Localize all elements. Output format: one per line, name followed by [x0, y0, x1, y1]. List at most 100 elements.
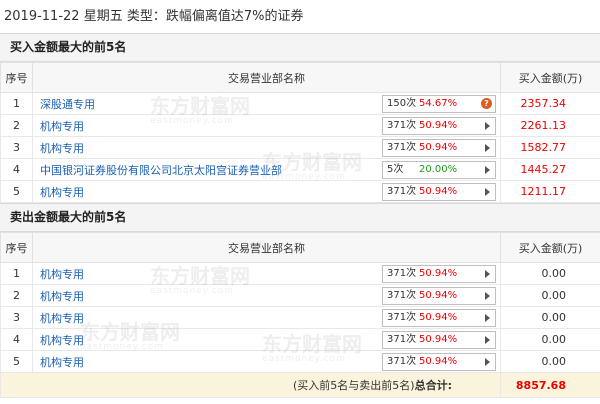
buy-amount: 2357.34: [500, 92, 600, 115]
dept-stats-box[interactable]: 371次 50.94%: [382, 183, 496, 201]
play-arrow-icon[interactable]: [485, 188, 490, 196]
dept-stats-box[interactable]: 371次 50.94%: [382, 353, 496, 371]
win-rate: 50.94%: [419, 268, 458, 279]
row-index: 3: [0, 136, 33, 159]
trade-count: 371次: [387, 142, 417, 153]
type-label: 类型：跌幅偏离值达7%的证券: [126, 9, 304, 24]
table-row: 5 机构专用 371次 50.94% 0.00: [0, 350, 600, 373]
dept-name-link[interactable]: 中国银河证券股份有限公司北京太阳宫证券营业部: [40, 164, 282, 177]
col-dept-header: 交易营业部名称: [32, 232, 501, 263]
col-amount-header: 买入金额(万): [500, 62, 600, 93]
row-index: 1: [0, 92, 33, 115]
sell-table: 序号 交易营业部名称 买入金额(万) 1 机构专用 371次 50.94% 0.00 2 机…: [0, 232, 600, 398]
row-index: 3: [0, 306, 33, 329]
dept-stats-box[interactable]: 371次 50.94%: [382, 139, 496, 157]
total-value: 8857.68: [500, 372, 600, 398]
buy-amount: 0.00: [500, 262, 600, 285]
dept-stats-box[interactable]: 5次 20.00%: [382, 161, 496, 179]
row-index: 2: [0, 114, 33, 137]
total-label: 总合计:: [414, 379, 452, 392]
play-arrow-icon[interactable]: [485, 292, 490, 300]
trade-count: 150次: [387, 98, 417, 109]
win-rate: 50.94%: [419, 120, 458, 131]
trade-count: 371次: [387, 334, 417, 345]
question-icon[interactable]: ?: [481, 98, 492, 109]
trade-count: 371次: [387, 120, 417, 131]
dept-name-link[interactable]: 机构专用: [40, 356, 84, 369]
table-row: 2 机构专用 371次 50.94% 0.00: [0, 284, 600, 307]
row-index: 4: [0, 328, 33, 351]
dept-stats-box[interactable]: 371次 50.94%: [382, 331, 496, 349]
win-rate: 50.94%: [419, 290, 458, 301]
table-row: 3 机构专用 371次 50.94% 0.00: [0, 306, 600, 329]
dept-name-link[interactable]: 机构专用: [40, 268, 84, 281]
win-rate: 50.94%: [419, 186, 458, 197]
row-index: 4: [0, 158, 33, 181]
buy-amount: 0.00: [500, 350, 600, 373]
dept-stats-box[interactable]: 371次 50.94%: [382, 265, 496, 283]
buy-amount: 0.00: [500, 328, 600, 351]
dept-name-link[interactable]: 机构专用: [40, 120, 84, 133]
dept-name-link[interactable]: 机构专用: [40, 186, 84, 199]
sell-table-header: 序号 交易营业部名称 买入金额(万): [0, 232, 600, 263]
play-arrow-icon[interactable]: [485, 270, 490, 278]
trade-date: 2019-11-22: [4, 9, 80, 24]
table-row: 1 深股通专用 150次 54.67%? 2357.34: [0, 92, 600, 115]
total-prefix: (买入前5名与卖出前5名): [293, 379, 415, 392]
row-index: 5: [0, 180, 33, 203]
win-rate: 50.94%: [419, 312, 458, 323]
buy-table: 序号 交易营业部名称 买入金额(万) 1 深股通专用 150次 54.67%? 2357…: [0, 62, 600, 203]
dept-name-link[interactable]: 机构专用: [40, 142, 84, 155]
dept-stats-box[interactable]: 371次 50.94%: [382, 117, 496, 135]
row-index: 5: [0, 350, 33, 373]
row-index: 2: [0, 284, 33, 307]
win-rate: 50.94%: [419, 334, 458, 345]
table-row: 4 机构专用 371次 50.94% 0.00: [0, 328, 600, 351]
row-index: 1: [0, 262, 33, 285]
weekday: 星期五: [83, 9, 123, 24]
play-arrow-icon[interactable]: [485, 166, 490, 174]
dept-name-link[interactable]: 机构专用: [40, 290, 84, 303]
dept-stats-box[interactable]: 371次 50.94%: [382, 287, 496, 305]
trade-count: 371次: [387, 186, 417, 197]
table-row: 2 机构专用 371次 50.94% 2261.13: [0, 114, 600, 137]
col-dept-header: 交易营业部名称: [32, 62, 501, 93]
dept-stats-box[interactable]: 150次 54.67%?: [382, 95, 496, 113]
play-arrow-icon[interactable]: [485, 336, 490, 344]
buy-amount: 1582.77: [500, 136, 600, 159]
play-arrow-icon[interactable]: [485, 358, 490, 366]
buy-table-header: 序号 交易营业部名称 买入金额(万): [0, 62, 600, 93]
table-row: 1 机构专用 371次 50.94% 0.00: [0, 262, 600, 285]
col-amount-header: 买入金额(万): [500, 232, 600, 263]
dept-name-link[interactable]: 机构专用: [40, 334, 84, 347]
table-row: 5 机构专用 371次 50.94% 1211.17: [0, 180, 600, 203]
win-rate: 50.94%: [419, 142, 458, 153]
win-rate: 50.94%: [419, 356, 458, 367]
trade-count: 371次: [387, 290, 417, 301]
trade-count: 371次: [387, 312, 417, 323]
col-index-header: 序号: [0, 232, 33, 263]
buy-amount: 1445.27: [500, 158, 600, 181]
buy-amount: 2261.13: [500, 114, 600, 137]
win-rate: 54.67%: [419, 98, 458, 109]
play-arrow-icon[interactable]: [485, 144, 490, 152]
play-arrow-icon[interactable]: [485, 122, 490, 130]
table-row: 3 机构专用 371次 50.94% 1582.77: [0, 136, 600, 159]
buy-amount: 0.00: [500, 284, 600, 307]
trade-count: 371次: [387, 356, 417, 367]
buy-section-title: 买入金额最大的前5名: [0, 33, 600, 62]
buy-amount: 0.00: [500, 306, 600, 329]
dept-name-link[interactable]: 机构专用: [40, 312, 84, 325]
trade-count: 371次: [387, 268, 417, 279]
sell-section-title: 卖出金额最大的前5名: [0, 203, 600, 232]
buy-amount: 1211.17: [500, 180, 600, 203]
col-index-header: 序号: [0, 62, 33, 93]
page-header: 2019-11-22 星期五 类型：跌幅偏离值达7%的证券: [0, 0, 600, 33]
dept-name-link[interactable]: 深股通专用: [40, 98, 95, 111]
dept-stats-box[interactable]: 371次 50.94%: [382, 309, 496, 327]
play-arrow-icon[interactable]: [485, 314, 490, 322]
trade-count: 5次: [387, 164, 404, 175]
win-rate: 20.00%: [419, 164, 458, 175]
table-row: 4 中国银河证券股份有限公司北京太阳宫证券营业部 5次 20.00% 1445.27: [0, 158, 600, 181]
total-row: (买入前5名与卖出前5名)总合计: 8857.68: [0, 372, 600, 398]
